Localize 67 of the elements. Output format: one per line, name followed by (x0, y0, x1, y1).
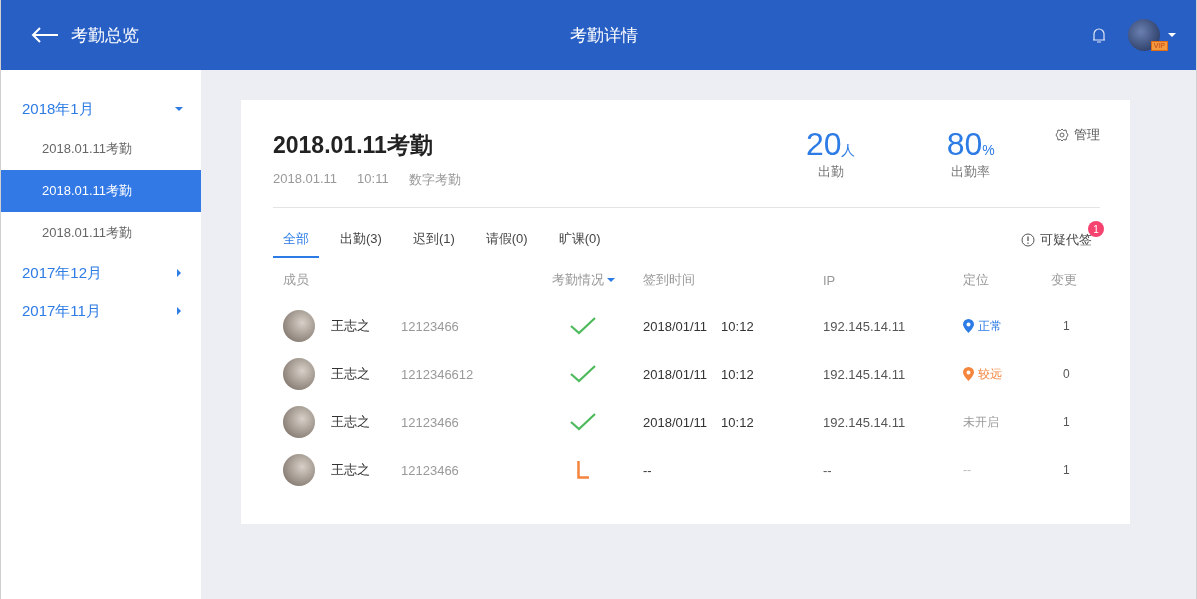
ip-address: -- (823, 461, 833, 480)
location-status: 未开启 (963, 413, 999, 431)
ip-address: 192.145.14.11 (823, 365, 907, 384)
filter-tab[interactable]: 迟到(1) (402, 226, 465, 258)
member-id: 1212346612 (401, 365, 475, 384)
sidebar-item[interactable]: 2018.01.11考勤 (1, 170, 201, 212)
filter-tab[interactable]: 旷课(0) (548, 226, 611, 258)
sign-in-time: 10:12 (721, 318, 754, 334)
back-arrow-icon (31, 27, 59, 43)
caret-icon (1168, 31, 1176, 39)
avatar (283, 358, 315, 390)
month-group[interactable]: 2017年12月 (1, 254, 201, 292)
stat-value: 20 (805, 126, 842, 162)
back-button[interactable]: 考勤总览 (31, 23, 139, 47)
change-count: 0 (1062, 366, 1071, 383)
column-header: 成员 (283, 271, 310, 289)
month-group[interactable]: 2017年11月 (1, 292, 201, 330)
filter-tab[interactable]: 出勤(3) (330, 226, 392, 258)
caret-icon (175, 105, 183, 113)
avatar (283, 454, 315, 486)
sign-in-date: -- (643, 462, 652, 478)
member-name: 王志之 (331, 365, 371, 383)
record-title: 2018.01.11考勤 (273, 131, 434, 160)
column-header: 变更 (1051, 271, 1078, 289)
bell-icon[interactable] (1090, 26, 1108, 44)
member-id: 12123466 (401, 317, 460, 336)
location-status: 较远 (978, 365, 1002, 383)
record-time: 10:11 (357, 171, 389, 188)
location-status: 正常 (978, 317, 1002, 335)
ip-address: 192.145.14.11 (823, 413, 907, 432)
member-id: 12123466 (401, 461, 460, 480)
stat-unit: % (982, 142, 995, 158)
member-name: 王志之 (331, 413, 371, 431)
sign-in-date: 2018/01/11 (643, 366, 708, 382)
sign-in-date: 2018/01/11 (643, 318, 708, 334)
avatar (283, 406, 315, 438)
sign-in-time: 10:12 (721, 414, 754, 430)
caret-icon (175, 269, 183, 277)
month-group[interactable]: 2018年1月 (1, 90, 201, 128)
column-header: IP (823, 271, 837, 290)
sign-in-time: 10:12 (721, 366, 754, 382)
stat-label: 出勤 (817, 163, 844, 181)
caret-icon (606, 276, 615, 284)
stat-value: 80 (946, 126, 983, 162)
avatar (283, 310, 315, 342)
settings-icon (1055, 128, 1069, 142)
column-header: 定位 (963, 271, 990, 289)
page-title: 考勤详情 (569, 24, 638, 47)
record-date: 2018.01.11 (273, 171, 338, 188)
member-name: 王志之 (331, 461, 371, 479)
member-id: 12123466 (401, 413, 460, 432)
manage-button[interactable]: 管理 (1055, 126, 1100, 144)
member-name: 王志之 (331, 317, 371, 335)
info-icon (1021, 233, 1035, 247)
stat-unit: 人 (841, 142, 856, 158)
change-count: 1 (1062, 318, 1071, 335)
filter-tab[interactable]: 全部 (273, 226, 319, 258)
ip-address: 192.145.14.11 (823, 317, 907, 336)
record-type: 数字考勤 (408, 171, 461, 189)
change-count: 1 (1062, 414, 1071, 431)
stat-label: 出勤率 (951, 163, 991, 181)
location-status: -- (963, 463, 971, 477)
caret-icon (175, 307, 183, 315)
filter-tab[interactable]: 请假(0) (475, 226, 538, 258)
column-header: 签到时间 (643, 271, 696, 289)
sign-in-date: 2018/01/11 (643, 414, 708, 430)
change-count: 1 (1062, 462, 1071, 479)
